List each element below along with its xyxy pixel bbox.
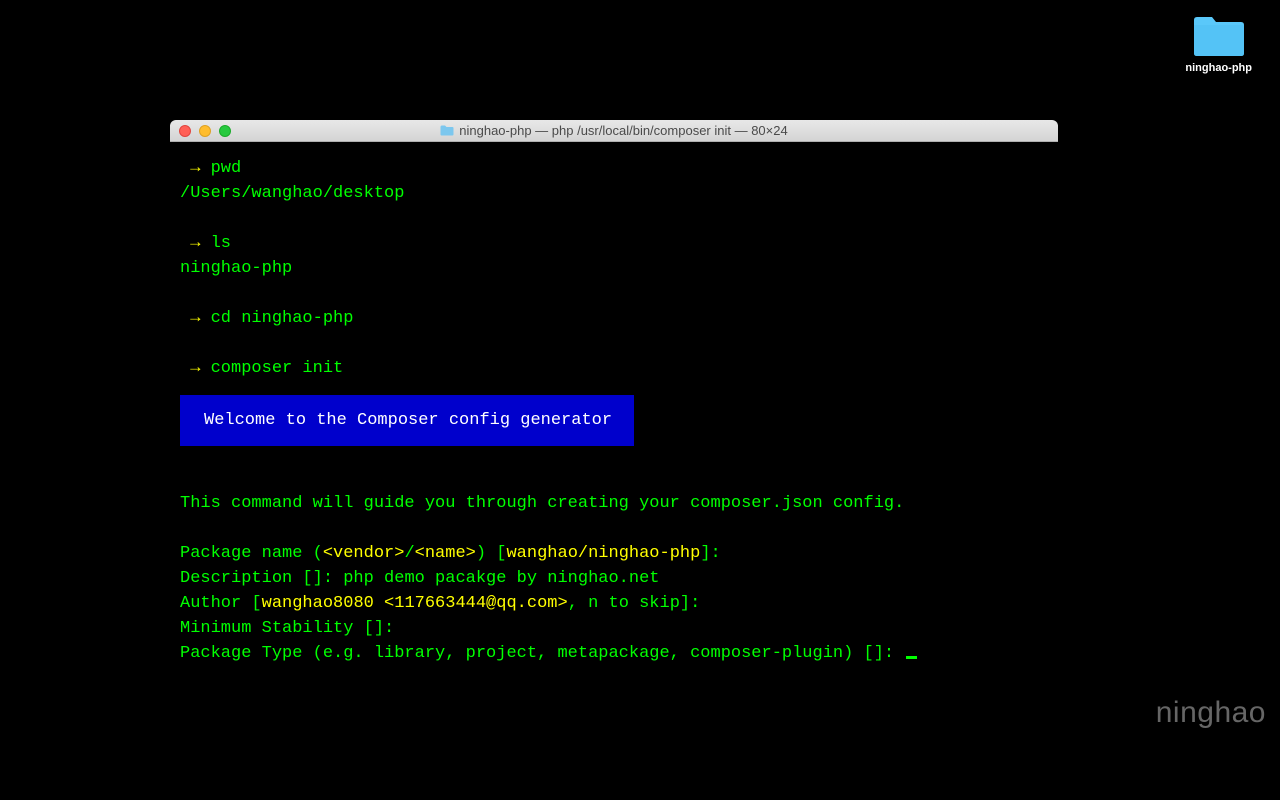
cmd-pwd: pwd bbox=[211, 159, 242, 178]
folder-icon bbox=[1192, 14, 1246, 58]
author-line: Author [wanghao8080 <117663444@qq.com>, … bbox=[180, 591, 1048, 616]
composer-banner: Welcome to the Composer config generator bbox=[180, 395, 634, 446]
prompt-arrow: → bbox=[190, 359, 210, 378]
prompt-arrow: → bbox=[190, 309, 210, 328]
cmd-cd: cd ninghao-php bbox=[211, 309, 354, 328]
pkg-name-line: Package name (<vendor>/<name>) [wanghao/… bbox=[180, 541, 1048, 566]
desktop-folder[interactable]: ninghao-php bbox=[1185, 14, 1252, 74]
cmd-ls: ls bbox=[211, 234, 231, 253]
out-pwd: /Users/wanghao/desktop bbox=[180, 184, 404, 203]
out-ls: ninghao-php bbox=[180, 259, 292, 278]
guide-text: This command will guide you through crea… bbox=[180, 494, 904, 513]
cmd-composer: composer init bbox=[211, 359, 344, 378]
title-folder-icon bbox=[440, 125, 454, 136]
desc-line: Description []: php demo pacakge by ning… bbox=[180, 566, 1048, 591]
cursor bbox=[906, 656, 917, 659]
window-title: ninghao-php — php /usr/local/bin/compose… bbox=[170, 123, 1058, 138]
watermark: ninghao bbox=[1156, 696, 1266, 730]
folder-label: ninghao-php bbox=[1185, 62, 1252, 74]
pkgtype-line: Package Type (e.g. library, project, met… bbox=[180, 641, 1048, 666]
title-bar[interactable]: ninghao-php — php /usr/local/bin/compose… bbox=[170, 120, 1058, 142]
terminal-window: ninghao-php — php /usr/local/bin/compose… bbox=[170, 120, 1058, 722]
terminal-body[interactable]: → pwd /Users/wanghao/desktop → ls ningha… bbox=[170, 142, 1058, 722]
prompt-arrow: → bbox=[190, 159, 210, 178]
minstab-line: Minimum Stability []: bbox=[180, 616, 1048, 641]
prompt-arrow: → bbox=[190, 234, 210, 253]
